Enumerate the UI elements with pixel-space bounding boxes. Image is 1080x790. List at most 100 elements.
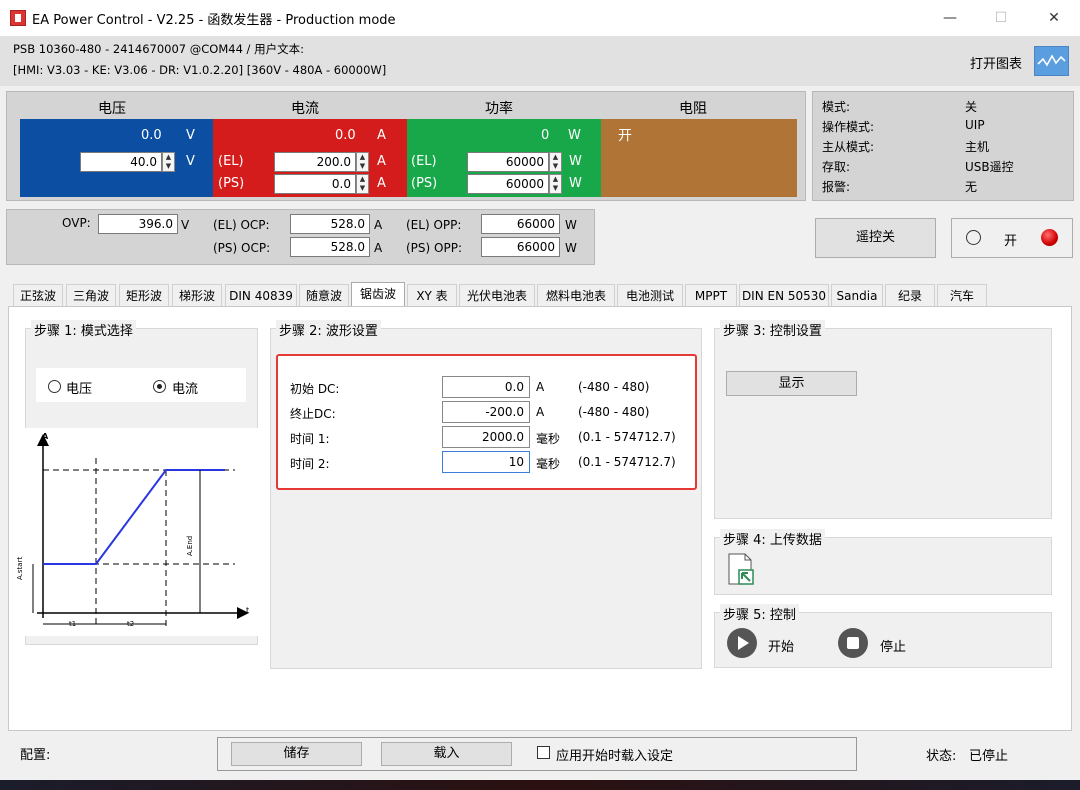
close-button[interactable]: ✕ xyxy=(1036,6,1072,30)
tab-din40839[interactable]: DIN 40839 xyxy=(225,284,297,306)
config-label: 配置: xyxy=(20,748,51,763)
tab-triangle[interactable]: 三角波 xyxy=(66,284,116,306)
ovp-unit: V xyxy=(181,218,190,232)
power-el-spinner[interactable]: ▲ ▼ xyxy=(549,152,562,172)
current-radio-label[interactable]: 电流 xyxy=(172,378,198,397)
status-value: UIP xyxy=(965,118,985,132)
el-opp-input[interactable]: 66000 xyxy=(481,214,560,234)
time1-label: 时间 1: xyxy=(290,432,330,446)
tab-sandia[interactable]: Sandia xyxy=(831,284,883,306)
start-play-icon[interactable] xyxy=(727,628,757,658)
current-radio[interactable] xyxy=(153,380,166,393)
start-label[interactable]: 开始 xyxy=(768,636,794,655)
remote-toggle-button[interactable]: 遥控关 xyxy=(815,218,936,258)
diagram-t1-label: t1 xyxy=(69,620,77,628)
ps-ocp-label: (PS) OCP: xyxy=(213,241,271,255)
power-el-setpoint-input[interactable]: 60000 xyxy=(467,152,549,172)
current-ps-label: (PS) xyxy=(218,176,245,191)
status-value: 主机 xyxy=(965,140,990,154)
el-ocp-label: (EL) OCP: xyxy=(213,218,270,232)
current-el-setpoint-input[interactable]: 200.0 xyxy=(274,152,356,172)
time2-input[interactable]: 10 xyxy=(442,451,530,473)
stop-label[interactable]: 停止 xyxy=(880,636,906,655)
status-label: 模式: xyxy=(822,100,851,114)
desktop-background xyxy=(0,780,1080,790)
current-ps-unit: A xyxy=(377,176,386,191)
show-button[interactable]: 显示 xyxy=(726,371,857,396)
end-dc-input[interactable]: -200.0 xyxy=(442,401,530,423)
maximize-button[interactable]: ☐ xyxy=(983,6,1019,30)
status-value: 关 xyxy=(965,100,978,114)
status-label: 操作模式: xyxy=(822,120,875,134)
tab-fuel-cell-table[interactable]: 燃料电池表 xyxy=(537,284,615,306)
start-dc-input[interactable]: 0.0 xyxy=(442,376,530,398)
power-el-label: (EL) xyxy=(411,154,437,169)
tab-mppt[interactable]: MPPT xyxy=(685,284,737,306)
step5-title: 步骤 5: 控制 xyxy=(720,604,799,623)
tab-arbitrary[interactable]: 随意波 xyxy=(299,284,349,306)
ps-opp-label: (PS) OPP: xyxy=(406,241,462,255)
load-button[interactable]: 载入 xyxy=(381,742,512,766)
sawtooth-diagram xyxy=(25,428,258,636)
step3-title: 步骤 3: 控制设置 xyxy=(720,320,825,339)
tab-sawtooth[interactable]: 锯齿波 xyxy=(351,282,405,307)
save-button[interactable]: 储存 xyxy=(231,742,362,766)
open-chart-label[interactable]: 打开图表 xyxy=(970,53,1022,72)
voltage-header: 电压 xyxy=(98,101,126,117)
start-dc-unit: A xyxy=(536,380,545,394)
voltage-setpoint-input[interactable]: 40.0 xyxy=(80,152,162,172)
power-ps-setpoint-input[interactable]: 60000 xyxy=(467,174,549,194)
chart-icon[interactable] xyxy=(1034,46,1069,76)
voltage-actual: 0.0 xyxy=(141,128,162,143)
current-el-spinner[interactable]: ▲ ▼ xyxy=(356,152,369,172)
output-off-indicator-icon xyxy=(966,230,981,245)
diagram-t2-label: t2 xyxy=(127,620,135,628)
ps-opp-input[interactable]: 66000 xyxy=(481,237,560,257)
tab-trapezoid[interactable]: 梯形波 xyxy=(172,284,222,306)
tab-record[interactable]: 纪录 xyxy=(885,284,935,306)
resistance-header: 电阻 xyxy=(679,101,707,117)
ps-ocp-input[interactable]: 528.0 xyxy=(290,237,370,257)
stop-icon[interactable] xyxy=(838,628,868,658)
start-dc-label: 初始 DC: xyxy=(290,382,340,396)
start-dc-range: (-480 - 480) xyxy=(578,380,650,394)
el-opp-label: (EL) OPP: xyxy=(406,218,462,232)
ovp-input[interactable]: 396.0 xyxy=(98,214,178,234)
time1-input[interactable]: 2000.0 xyxy=(442,426,530,448)
power-el-unit: W xyxy=(569,154,582,169)
red-led-icon xyxy=(1041,229,1058,246)
voltage-radio-label[interactable]: 电压 xyxy=(66,378,92,397)
voltage-set-unit: V xyxy=(186,154,195,169)
time2-label: 时间 2: xyxy=(290,457,330,471)
time1-unit: 毫秒 xyxy=(536,432,561,446)
el-ocp-input[interactable]: 528.0 xyxy=(290,214,370,234)
tab-pv-table[interactable]: 光伏电池表 xyxy=(459,284,535,306)
end-dc-range: (-480 - 480) xyxy=(578,405,650,419)
voltage-radio[interactable] xyxy=(48,380,61,393)
status-value-text: 已停止 xyxy=(969,749,1009,764)
tab-automotive[interactable]: 汽车 xyxy=(937,284,987,306)
el-opp-unit: W xyxy=(565,218,577,232)
voltage-spinner[interactable]: ▲ ▼ xyxy=(162,152,175,172)
current-ps-spinner[interactable]: ▲ ▼ xyxy=(356,174,369,194)
tab-din-en-50530[interactable]: DIN EN 50530 xyxy=(739,284,829,306)
resistance-state[interactable]: 开 xyxy=(618,125,632,145)
current-ps-setpoint-input[interactable]: 0.0 xyxy=(274,174,356,194)
diagram-start-label: A.start xyxy=(16,556,24,580)
power-ps-spinner[interactable]: ▲ ▼ xyxy=(549,174,562,194)
tab-rectangle[interactable]: 矩形波 xyxy=(119,284,169,306)
ps-opp-unit: W xyxy=(565,241,577,255)
device-versions: [HMI: V3.03 - KE: V3.06 - DR: V1.0.2.20]… xyxy=(13,63,387,77)
minimize-button[interactable]: — xyxy=(932,6,968,30)
app-window: EA Power Control - V2.25 - 函数发生器 - Produ… xyxy=(0,0,1080,780)
time1-range: (0.1 - 574712.7) xyxy=(578,430,676,444)
apply-on-start-label[interactable]: 应用开始时载入设定 xyxy=(556,745,673,764)
tab-xy-table[interactable]: XY 表 xyxy=(407,284,457,306)
tab-sine[interactable]: 正弦波 xyxy=(13,284,63,306)
status-caption: 状态: xyxy=(926,749,957,764)
tab-battery-test[interactable]: 电池测试 xyxy=(617,284,683,306)
upload-data-icon[interactable] xyxy=(726,553,758,585)
device-id: PSB 10360-480 - 2414670007 @COM44 / 用户文本… xyxy=(13,42,304,56)
ps-ocp-unit: A xyxy=(374,241,383,255)
apply-on-start-checkbox[interactable] xyxy=(537,746,550,759)
